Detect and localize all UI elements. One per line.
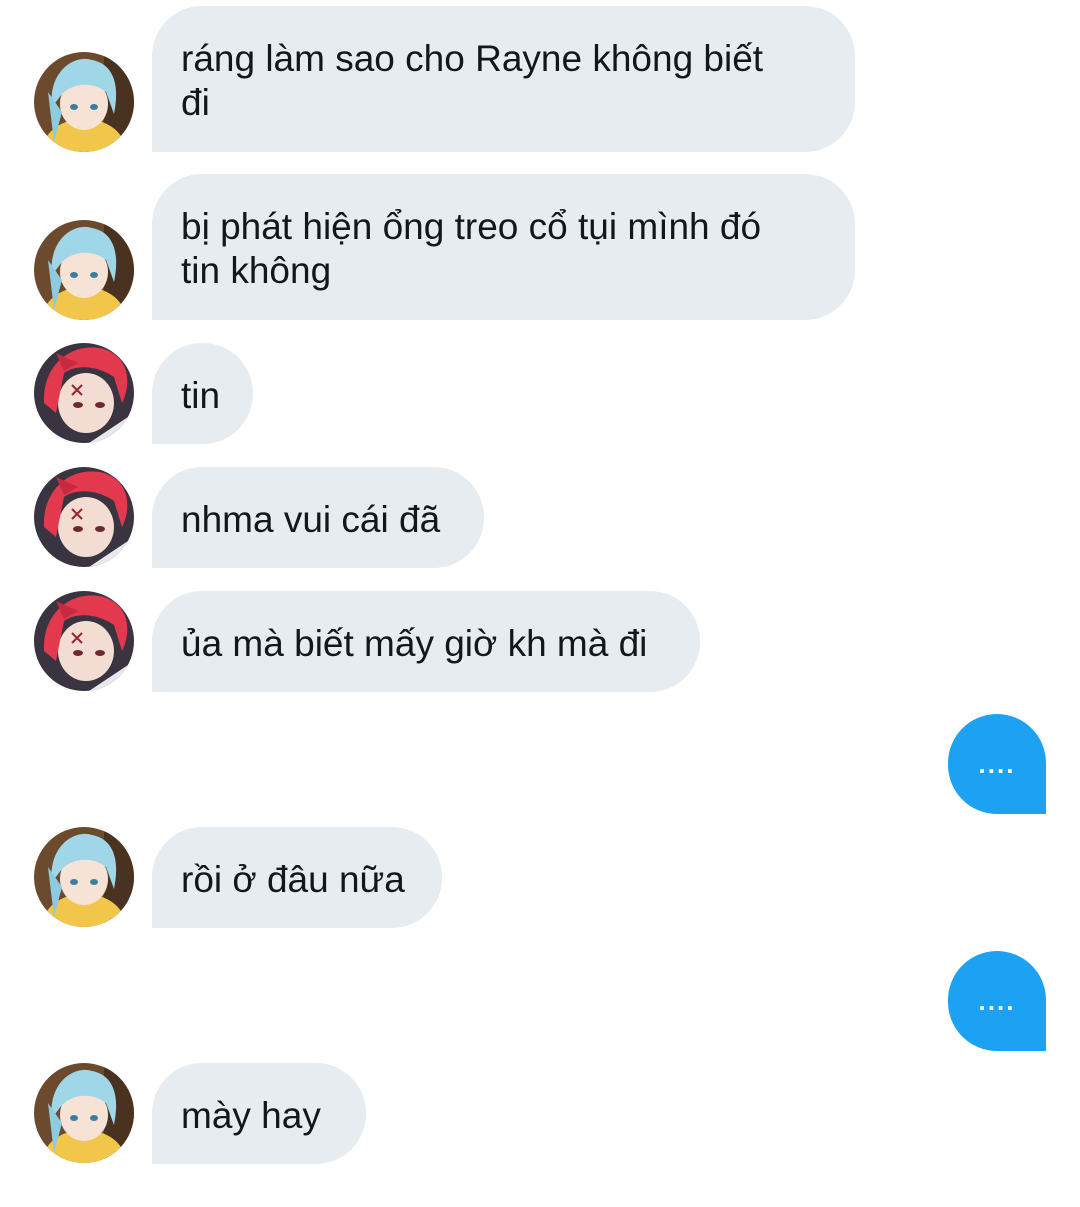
blue-hair-avatar[interactable] bbox=[34, 52, 134, 152]
message-bubble-outgoing[interactable]: .... bbox=[948, 951, 1046, 1051]
red-hair-avatar-image bbox=[34, 467, 134, 567]
blue-hair-avatar[interactable] bbox=[34, 220, 134, 320]
red-hair-avatar-image bbox=[34, 343, 134, 443]
message-bubble-outgoing[interactable]: .... bbox=[948, 714, 1046, 814]
red-hair-avatar[interactable] bbox=[34, 591, 134, 691]
message-bubble[interactable]: ủa mà biết mấy giờ kh mà đi bbox=[152, 591, 700, 692]
blue-hair-avatar-image bbox=[34, 1063, 134, 1163]
blue-hair-avatar-image bbox=[34, 52, 134, 152]
blue-hair-avatar[interactable] bbox=[34, 1063, 134, 1163]
red-hair-avatar-image bbox=[34, 591, 134, 691]
blue-hair-avatar-image bbox=[34, 220, 134, 320]
red-hair-avatar[interactable] bbox=[34, 343, 134, 443]
message-bubble[interactable]: rồi ở đâu nữa bbox=[152, 827, 442, 928]
message-bubble[interactable]: mày hay bbox=[152, 1063, 366, 1164]
red-hair-avatar[interactable] bbox=[34, 467, 134, 567]
blue-hair-avatar[interactable] bbox=[34, 827, 134, 927]
message-bubble[interactable]: ráng làm sao cho Rayne không biết đi bbox=[152, 6, 855, 152]
message-bubble[interactable]: bị phát hiện ổng treo cổ tụi mình đó tin… bbox=[152, 174, 855, 320]
message-bubble[interactable]: nhma vui cái đã bbox=[152, 467, 484, 568]
message-thread: ráng làm sao cho Rayne không biết đi bị … bbox=[0, 0, 1080, 1207]
blue-hair-avatar-image bbox=[34, 827, 134, 927]
message-bubble[interactable]: tin bbox=[152, 343, 253, 444]
